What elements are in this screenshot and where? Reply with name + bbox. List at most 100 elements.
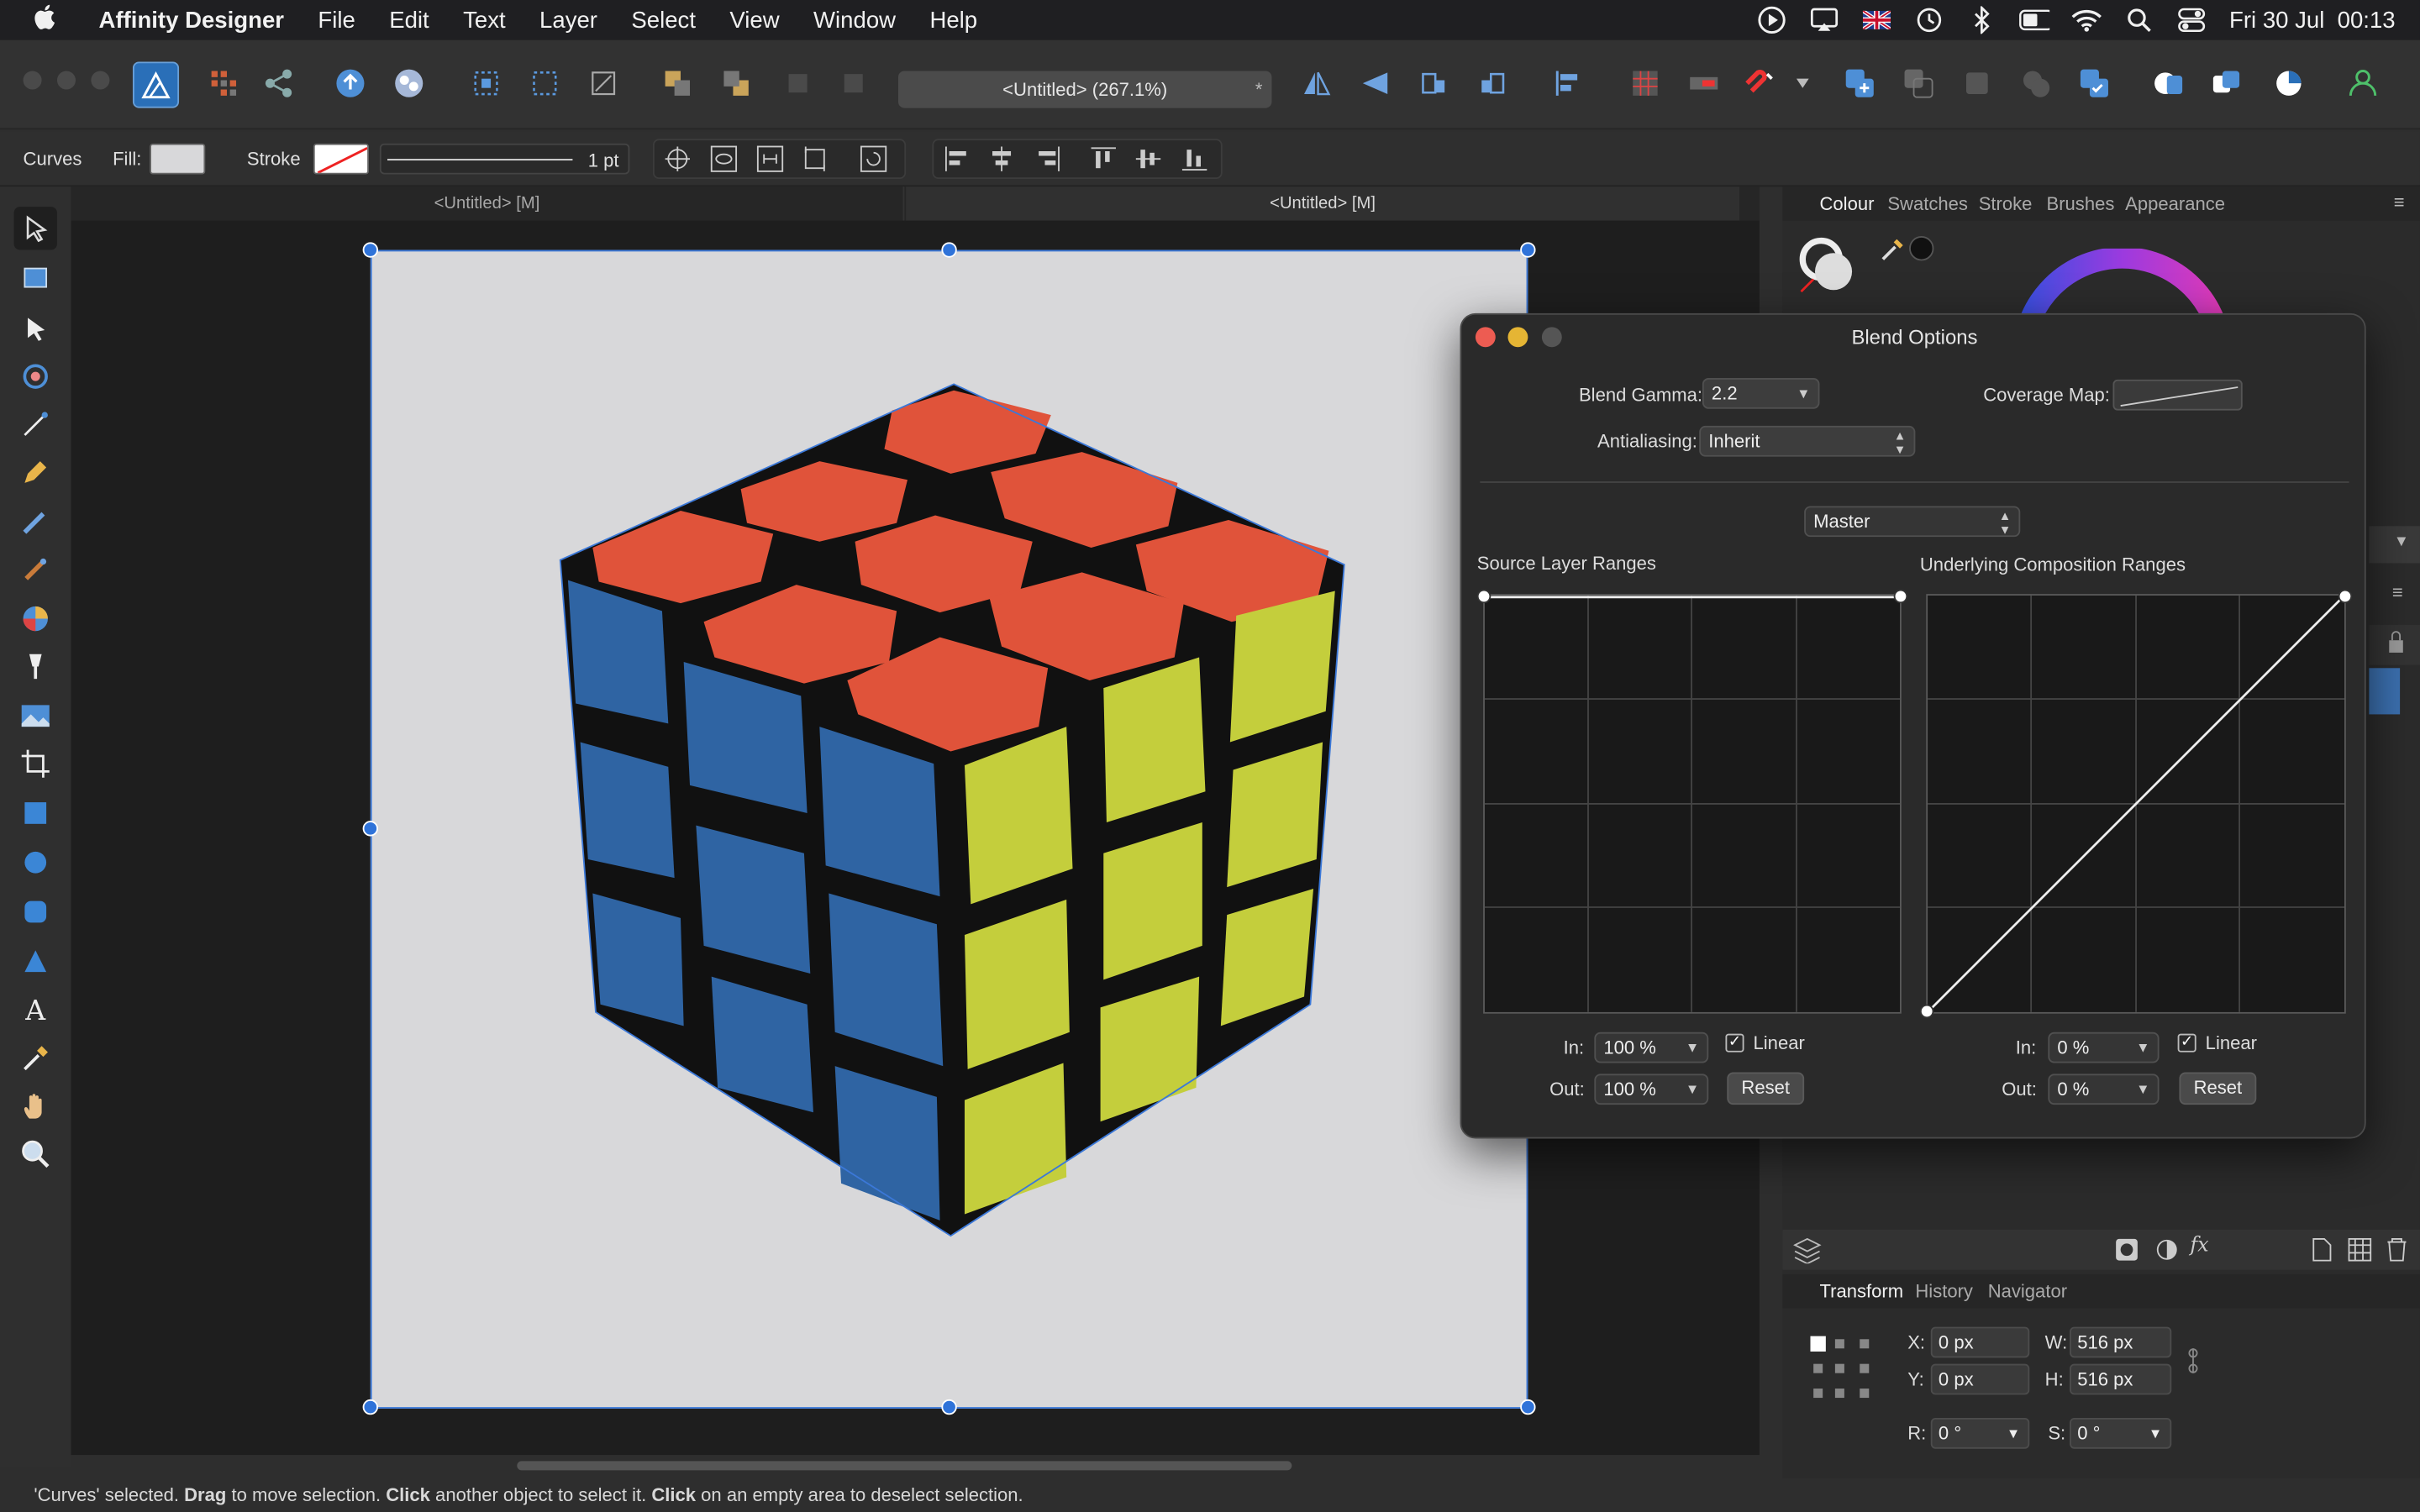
snap-transform-icon[interactable] <box>583 63 623 103</box>
menu-layer[interactable]: Layer <box>539 7 597 33</box>
artboard[interactable] <box>370 249 1528 1409</box>
rotation-select[interactable]: 0 ° ▼ <box>1930 1417 2030 1449</box>
x-input[interactable]: 0 px <box>1930 1326 2030 1358</box>
y-input[interactable]: 0 px <box>1930 1363 2030 1395</box>
text-tool-icon[interactable]: A <box>14 989 57 1032</box>
panel-menu-icon[interactable]: ≡ <box>2394 192 2405 213</box>
pencil-tool-icon[interactable] <box>14 450 57 493</box>
selection-handle-tl[interactable] <box>362 242 378 258</box>
spotlight-search-icon[interactable] <box>2124 8 2155 32</box>
fx-icon[interactable]: fx <box>2190 1234 2208 1257</box>
pixel-layer-icon[interactable] <box>2348 1237 2372 1270</box>
crop-tool-icon[interactable] <box>14 742 57 785</box>
underlying-linear-checkbox[interactable]: ✓ <box>2177 1033 2196 1053</box>
place-image-tool-icon[interactable] <box>14 695 57 738</box>
account-icon[interactable] <box>2343 63 2383 103</box>
delete-layer-icon[interactable] <box>2386 1237 2408 1270</box>
selection-handle-top[interactable] <box>941 242 957 258</box>
blend-gamma-select[interactable]: 2.2 ▼ <box>1702 377 1820 409</box>
panel-dropdown[interactable]: ▼ <box>2369 526 2420 564</box>
shear-select[interactable]: 0 ° ▼ <box>2070 1417 2172 1449</box>
arrange-forward-icon[interactable] <box>716 63 756 103</box>
tab-transform[interactable]: Transform <box>1820 1280 1904 1302</box>
tab-document-1[interactable]: <Untitled> [M] <box>71 186 905 221</box>
tab-navigator[interactable]: Navigator <box>1988 1280 2067 1302</box>
antialiasing-select[interactable]: Inherit ▲ ▼ <box>1699 425 1916 457</box>
align-icon[interactable] <box>1548 63 1588 103</box>
arrange-bottom-icon[interactable] <box>834 63 874 103</box>
lock-icon[interactable] <box>2369 624 2420 665</box>
align-bottom-icon[interactable] <box>1181 145 1208 178</box>
menu-text[interactable]: Text <box>463 7 506 33</box>
designer-persona-icon[interactable] <box>132 61 180 108</box>
menu-view[interactable]: View <box>729 7 779 33</box>
source-ranges-graph[interactable] <box>1476 589 1908 1014</box>
control-center-icon[interactable] <box>2177 8 2208 33</box>
source-point-start[interactable] <box>1476 589 1491 604</box>
align-right-icon[interactable] <box>1034 145 1062 178</box>
corner-tool-icon[interactable] <box>14 354 57 397</box>
menu-file[interactable]: File <box>318 7 355 33</box>
upload-icon[interactable] <box>330 63 371 103</box>
snapping-grid-icon[interactable] <box>1625 63 1665 103</box>
move-tool-icon[interactable] <box>13 207 57 250</box>
selection-handle-left[interactable] <box>362 821 378 837</box>
new-layer-icon[interactable] <box>2311 1237 2333 1270</box>
underlying-point-end[interactable] <box>2338 589 2353 604</box>
insert-top-icon[interactable] <box>2269 63 2309 103</box>
fill-stroke-selector[interactable] <box>1798 236 1860 297</box>
boolean-xor-icon[interactable] <box>2016 63 2056 103</box>
selection-handle-bottom[interactable] <box>941 1399 957 1415</box>
snapping-dropdown-icon[interactable] <box>1791 63 1815 103</box>
tab-swatches[interactable]: Swatches <box>1887 193 1968 215</box>
underlying-out-select[interactable]: 0 % ▼ <box>2048 1074 2160 1105</box>
tab-document-2[interactable]: <Untitled> [M] <box>906 186 1739 221</box>
eye-icon[interactable] <box>710 145 738 178</box>
window-zoom-button[interactable] <box>91 71 110 90</box>
stroke-swatch[interactable] <box>313 143 369 175</box>
mask-icon[interactable] <box>2114 1237 2139 1270</box>
tab-colour[interactable]: Colour <box>1820 193 1875 215</box>
source-linear-checkbox[interactable]: ✓ <box>1725 1033 1744 1053</box>
hue-wheel[interactable] <box>1999 248 2246 320</box>
underlying-in-select[interactable]: 0 % ▼ <box>2048 1032 2160 1063</box>
snap-bounds-icon[interactable] <box>524 63 565 103</box>
tab-history[interactable]: History <box>1915 1280 1973 1302</box>
source-point-end[interactable] <box>1893 589 1908 604</box>
underlying-reset-button[interactable]: Reset <box>2179 1072 2257 1105</box>
align-center-icon[interactable] <box>988 145 1016 178</box>
hand-tool-icon[interactable] <box>14 1084 57 1127</box>
vector-brush-tool-icon[interactable] <box>14 500 57 543</box>
ellipse-tool-icon[interactable] <box>14 841 57 884</box>
fill-tool-icon[interactable] <box>14 597 57 640</box>
snapping-options-icon[interactable] <box>1684 63 1724 103</box>
coverage-map-button[interactable] <box>2112 379 2243 411</box>
source-out-select[interactable]: 100 % ▼ <box>1594 1074 1709 1105</box>
align-top-icon[interactable] <box>1090 145 1118 178</box>
tab-stroke[interactable]: Stroke <box>1979 193 2033 215</box>
rotate-right-icon[interactable] <box>1472 63 1512 103</box>
tab-brushes[interactable]: Brushes <box>2047 193 2115 215</box>
link-proportions-icon[interactable] <box>2187 1347 2200 1382</box>
uk-flag-icon[interactable] <box>1862 8 1893 32</box>
artboard-tool-icon[interactable] <box>14 256 57 299</box>
menu-edit[interactable]: Edit <box>389 7 429 33</box>
channel-select[interactable]: Master ▲ ▼ <box>1804 506 2021 538</box>
transparency-tool-icon[interactable] <box>14 645 57 688</box>
h-input[interactable]: 516 px <box>2070 1363 2172 1395</box>
menu-help[interactable]: Help <box>929 7 977 33</box>
insert-behind-icon[interactable] <box>2207 63 2248 103</box>
insert-inside-icon[interactable] <box>2149 63 2189 103</box>
rotate-left-icon[interactable] <box>1413 63 1454 103</box>
picked-color-swatch[interactable] <box>1909 236 1934 261</box>
anchor-point-selector[interactable] <box>1807 1333 1878 1404</box>
target-icon[interactable] <box>664 145 692 178</box>
stroke-width-slider[interactable]: 1 pt <box>379 143 630 175</box>
flip-horizontal-icon[interactable] <box>1297 63 1337 103</box>
scale-icon[interactable] <box>756 145 784 178</box>
arrange-front-icon[interactable] <box>778 63 818 103</box>
rotate-icon[interactable] <box>860 145 887 178</box>
source-reset-button[interactable]: Reset <box>1727 1072 1805 1105</box>
document-title-field[interactable]: <Untitled> (267.1%) * <box>897 71 1272 108</box>
window-minimize-button[interactable] <box>56 71 76 90</box>
